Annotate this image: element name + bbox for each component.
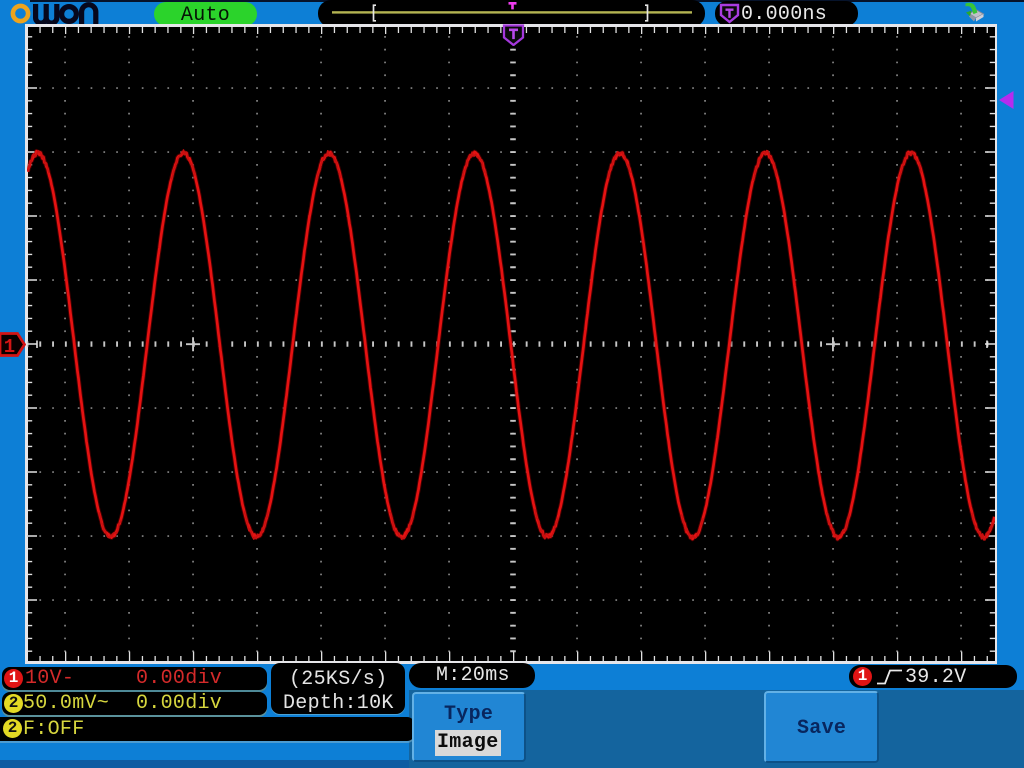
- svg-text:1: 1: [4, 336, 15, 358]
